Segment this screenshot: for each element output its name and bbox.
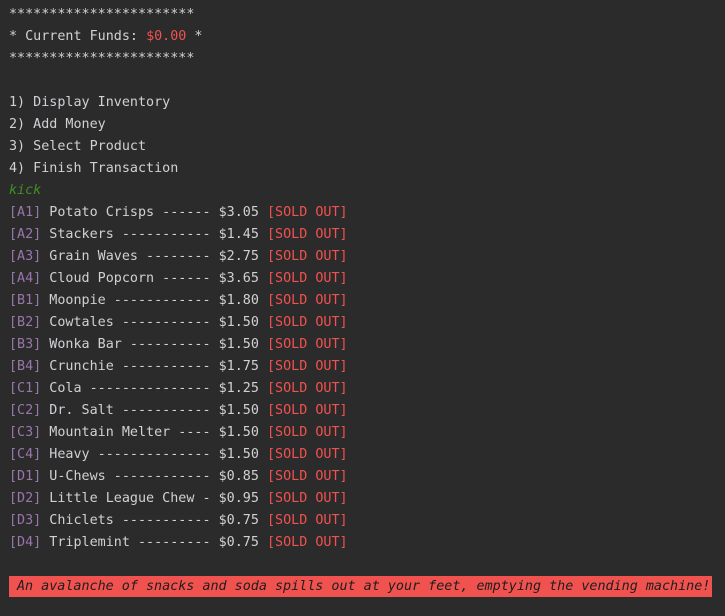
slot-code: [A3] <box>9 249 42 264</box>
product-name-price: Moonpie ------------ $1.80 <box>41 293 267 308</box>
slot-code: [B1] <box>9 293 42 308</box>
inventory-row: [B2] Cowtales ----------- $1.50 [SOLD OU… <box>9 312 725 334</box>
sold-out-badge: [SOLD OUT] <box>266 271 348 286</box>
inventory-row: [C2] Dr. Salt ----------- $1.50 [SOLD OU… <box>9 400 725 422</box>
header-border-bottom: *********************** <box>9 51 195 66</box>
slot-code: [C1] <box>9 381 42 396</box>
slot-code: [A1] <box>9 205 42 220</box>
product-name-price: Triplemint --------- $0.75 <box>41 535 267 550</box>
console-output: *********************** * Current Funds:… <box>0 0 725 554</box>
inventory-row: [C1] Cola --------------- $1.25 [SOLD OU… <box>9 378 725 400</box>
product-name-price: Wonka Bar ---------- $1.50 <box>41 337 267 352</box>
inventory-row: [D4] Triplemint --------- $0.75 [SOLD OU… <box>9 532 725 554</box>
product-name-price: Little League Chew - $0.95 <box>41 491 267 506</box>
inventory-row: [C3] Mountain Melter ---- $1.50 [SOLD OU… <box>9 422 725 444</box>
product-name-price: Mountain Melter ---- $1.50 <box>41 425 267 440</box>
inventory-row: [D2] Little League Chew - $0.95 [SOLD OU… <box>9 488 725 510</box>
product-name-price: Dr. Salt ----------- $1.50 <box>41 403 267 418</box>
product-name-price: Stackers ----------- $1.45 <box>41 227 267 242</box>
slot-code: [B2] <box>9 315 42 330</box>
funds-suffix: * <box>186 29 203 44</box>
menu-option-select-product: 3) Select Product <box>9 139 147 154</box>
header-border-top: *********************** <box>9 7 195 22</box>
sold-out-badge: [SOLD OUT] <box>266 359 348 374</box>
slot-code: [B4] <box>9 359 42 374</box>
slot-code: [C4] <box>9 447 42 462</box>
inventory-list: [A1] Potato Crisps ------ $3.05 [SOLD OU… <box>9 202 725 554</box>
sold-out-badge: [SOLD OUT] <box>266 425 348 440</box>
slot-code: [D1] <box>9 469 42 484</box>
slot-code: [C2] <box>9 403 42 418</box>
product-name-price: Grain Waves -------- $2.75 <box>41 249 267 264</box>
menu-option-display-inventory: 1) Display Inventory <box>9 95 171 110</box>
product-name-price: Cola --------------- $1.25 <box>41 381 267 396</box>
sold-out-badge: [SOLD OUT] <box>266 293 348 308</box>
sold-out-badge: [SOLD OUT] <box>266 535 348 550</box>
sold-out-badge: [SOLD OUT] <box>266 205 348 220</box>
slot-code: [C3] <box>9 425 42 440</box>
sold-out-badge: [SOLD OUT] <box>266 513 348 528</box>
product-name-price: Crunchie ----------- $1.75 <box>41 359 267 374</box>
slot-code: [B3] <box>9 337 42 352</box>
inventory-row: [B3] Wonka Bar ---------- $1.50 [SOLD OU… <box>9 334 725 356</box>
inventory-row: [D1] U-Chews ------------ $0.85 [SOLD OU… <box>9 466 725 488</box>
slot-code: [D4] <box>9 535 42 550</box>
sold-out-badge: [SOLD OUT] <box>266 249 348 264</box>
sold-out-badge: [SOLD OUT] <box>266 381 348 396</box>
inventory-row: [A1] Potato Crisps ------ $3.05 [SOLD OU… <box>9 202 725 224</box>
inventory-row: [A4] Cloud Popcorn ------ $3.65 [SOLD OU… <box>9 268 725 290</box>
product-name-price: Potato Crisps ------ $3.05 <box>41 205 267 220</box>
inventory-row: [B4] Crunchie ----------- $1.75 [SOLD OU… <box>9 356 725 378</box>
sold-out-badge: [SOLD OUT] <box>266 469 348 484</box>
sold-out-badge: [SOLD OUT] <box>266 447 348 462</box>
sold-out-badge: [SOLD OUT] <box>266 403 348 418</box>
product-name-price: Chiclets ----------- $0.75 <box>41 513 267 528</box>
sold-out-badge: [SOLD OUT] <box>266 337 348 352</box>
sold-out-badge: [SOLD OUT] <box>266 315 348 330</box>
slot-code: [D3] <box>9 513 42 528</box>
menu-option-add-money: 2) Add Money <box>9 117 106 132</box>
inventory-row: [D3] Chiclets ----------- $0.75 [SOLD OU… <box>9 510 725 532</box>
funds-label: * Current Funds: <box>9 29 147 44</box>
product-name-price: U-Chews ------------ $0.85 <box>41 469 267 484</box>
funds-value: $0.00 <box>146 29 187 44</box>
slot-code: [A4] <box>9 271 42 286</box>
menu-option-finish-transaction: 4) Finish Transaction <box>9 161 179 176</box>
result-message-banner: An avalanche of snacks and soda spills o… <box>9 576 712 597</box>
inventory-row: [A3] Grain Waves -------- $2.75 [SOLD OU… <box>9 246 725 268</box>
inventory-row: [C4] Heavy -------------- $1.50 [SOLD OU… <box>9 444 725 466</box>
sold-out-badge: [SOLD OUT] <box>266 227 348 242</box>
product-name-price: Cowtales ----------- $1.50 <box>41 315 267 330</box>
product-name-price: Heavy -------------- $1.50 <box>41 447 267 462</box>
slot-code: [A2] <box>9 227 42 242</box>
slot-code: [D2] <box>9 491 42 506</box>
current-funds-line: * Current Funds: $0.00 * <box>9 26 725 48</box>
inventory-row: [A2] Stackers ----------- $1.45 [SOLD OU… <box>9 224 725 246</box>
sold-out-badge: [SOLD OUT] <box>266 491 348 506</box>
user-command-input[interactable]: kick <box>9 180 725 202</box>
product-name-price: Cloud Popcorn ------ $3.65 <box>41 271 267 286</box>
inventory-row: [B1] Moonpie ------------ $1.80 [SOLD OU… <box>9 290 725 312</box>
